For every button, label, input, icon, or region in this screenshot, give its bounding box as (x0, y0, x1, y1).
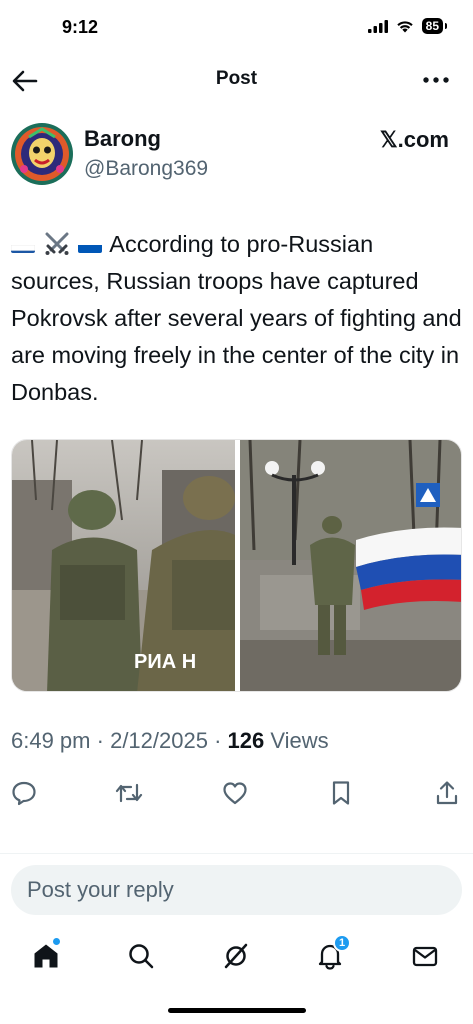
tweet-meta: 6:49 pm · 2/12/2025 · 126 Views (11, 728, 329, 754)
status-time: 9:12 (62, 17, 99, 37)
source-tag: 𝕏.com (379, 127, 449, 152)
home-icon (34, 944, 58, 968)
tweet-time: 6:49 pm (11, 728, 91, 753)
more-button[interactable] (421, 68, 451, 92)
bookmark-button[interactable] (326, 778, 356, 808)
divider (0, 853, 473, 854)
more-horizontal-icon (423, 77, 449, 83)
ukraine-flag-icon (78, 236, 103, 253)
reply-icon (12, 781, 36, 806)
nav-header: Post (0, 58, 473, 102)
reply-button[interactable] (9, 778, 39, 808)
retweet-icon (115, 783, 143, 803)
page-title: Post (215, 68, 258, 89)
wifi-icon (396, 21, 413, 33)
share-icon (436, 781, 458, 805)
share-button[interactable] (432, 778, 462, 808)
messages-icon (412, 946, 438, 967)
reply-placeholder: Post your reply (27, 877, 174, 902)
flag-photo[interactable] (240, 440, 461, 691)
tweet-body: According to pro-Russian sources, Russia… (11, 231, 462, 405)
views-label: Views (270, 728, 329, 753)
tab-grok[interactable] (218, 938, 254, 974)
views-count: 126 (227, 728, 265, 753)
meta-separator: · (96, 728, 104, 753)
grok-icon (224, 943, 248, 969)
crossed-swords-icon (44, 230, 70, 255)
retweet-button[interactable] (114, 778, 144, 808)
bookmark-icon (332, 781, 350, 805)
tab-bar: 1 (0, 930, 473, 984)
search-icon (129, 944, 154, 969)
author-handle[interactable]: @Barong369 (84, 157, 208, 181)
status-bar: 9:12 85 (0, 0, 473, 54)
tab-notifications[interactable]: 1 (312, 934, 351, 974)
home-indicator (168, 1008, 306, 1013)
meta-separator: · (214, 728, 222, 753)
home-unread-dot (53, 938, 60, 945)
author-name[interactable]: Barong (84, 126, 161, 152)
avatar[interactable] (11, 123, 73, 185)
tweet-text: According to pro-Russian sources, Russia… (11, 226, 466, 411)
tab-home[interactable] (28, 938, 64, 974)
cellular-signal-icon (367, 19, 388, 33)
status-icons: 85 (367, 18, 448, 34)
media-watermark: РИА Н (134, 651, 196, 673)
tab-search[interactable] (123, 938, 159, 974)
russia-flag-icon (11, 236, 35, 253)
like-icon (223, 782, 247, 805)
tweet-date: 2/12/2025 (110, 728, 208, 753)
soldiers-photo[interactable]: РИА Н (12, 440, 235, 691)
media-grid: РИА Н (11, 439, 462, 692)
battery-icon: 85 (421, 18, 448, 34)
reply-input[interactable]: Post your reply (11, 865, 462, 915)
action-bar (0, 776, 473, 810)
like-button[interactable] (220, 778, 250, 808)
notification-badge: 1 (333, 934, 351, 952)
tab-messages[interactable] (407, 938, 443, 974)
